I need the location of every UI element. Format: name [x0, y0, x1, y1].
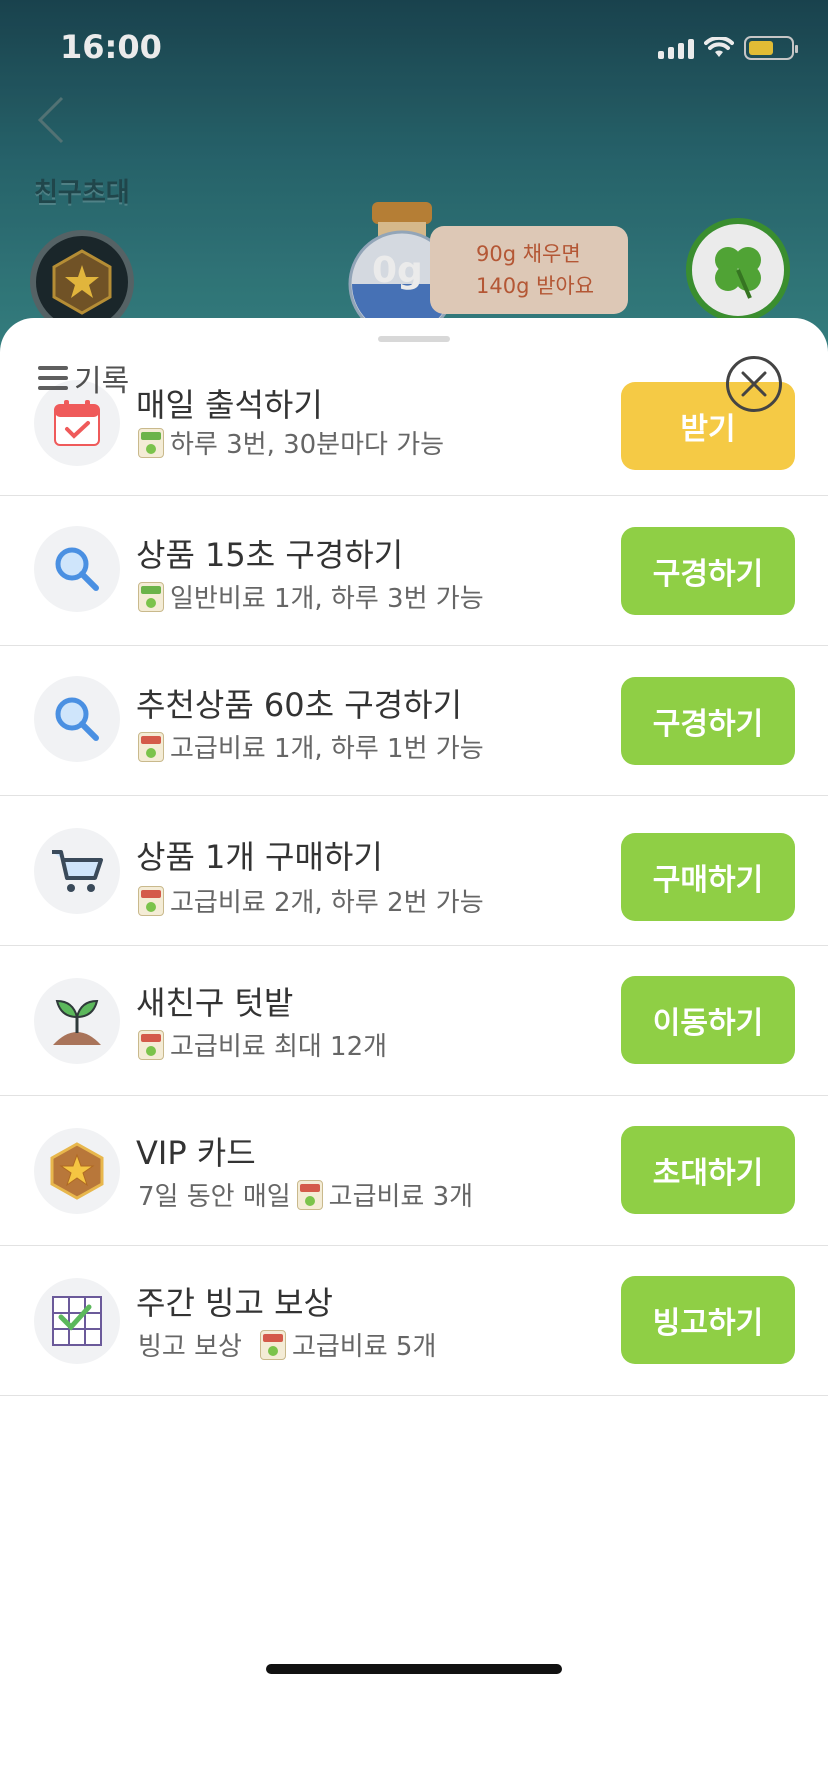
task-subtitle-text: 고급비료 5개 [291, 1332, 437, 1362]
sprout-icon [34, 978, 120, 1064]
hamburger-menu-icon [38, 366, 68, 390]
task-row-purchase: 상품 1개 구매하기 고급비료 2개, 하루 2번 가능 구매하기 [0, 796, 828, 946]
task-subtitle: 고급비료 2개, 하루 2번 가능 [138, 882, 484, 919]
task-title: 상품 15초 구경하기 [136, 536, 404, 574]
task-subtitle: 고급비료 최대 12개 [138, 1026, 387, 1063]
browse-60s-button[interactable]: 구경하기 [621, 677, 795, 765]
history-menu[interactable]: 기록 [38, 356, 129, 400]
task-subtitle-prefix: 빙고 보상 [138, 1332, 242, 1362]
task-subtitle-text: 하루 3번, 30분마다 가능 [170, 430, 445, 460]
task-title: 상품 1개 구매하기 [136, 838, 383, 876]
premium-fertilizer-icon [138, 885, 164, 916]
task-subtitle-text: 고급비료 1개, 하루 1번 가능 [170, 734, 484, 764]
task-title: VIP 카드 [136, 1134, 256, 1172]
task-row-browse-15s: 상품 15초 구경하기 일반비료 1개, 하루 3번 가능 구경하기 [0, 496, 828, 646]
vip-star-icon [34, 1128, 120, 1214]
premium-fertilizer-icon [296, 1179, 323, 1210]
home-indicator [266, 1664, 562, 1674]
task-row-weekly-bingo: 주간 빙고 보상 빙고 보상 고급비료 5개 빙고하기 [0, 1246, 828, 1396]
task-subtitle: 고급비료 1개, 하루 1번 가능 [138, 728, 484, 765]
premium-fertilizer-icon [138, 1029, 164, 1060]
fertilizer-icon [138, 581, 164, 612]
bingo-icon [34, 1278, 120, 1364]
task-subtitle-text: 고급비료 2개, 하루 2번 가능 [170, 888, 484, 918]
go-to-garden-button[interactable]: 이동하기 [621, 976, 795, 1064]
task-title: 새친구 텃밭 [136, 984, 294, 1022]
dim-overlay [0, 0, 828, 360]
invite-button[interactable]: 초대하기 [621, 1126, 795, 1214]
close-icon [741, 371, 767, 397]
task-subtitle-text: 고급비료 3개 [328, 1182, 474, 1212]
task-title: 주간 빙고 보상 [136, 1284, 333, 1322]
task-subtitle: 일반비료 1개, 하루 3번 가능 [138, 578, 484, 615]
task-subtitle: 7일 동안 매일 고급비료 3개 [138, 1176, 473, 1213]
task-row-browse-60s: 추천상품 60초 구경하기 고급비료 1개, 하루 1번 가능 구경하기 [0, 646, 828, 796]
task-subtitle-prefix: 7일 동안 매일 [138, 1182, 291, 1212]
history-label: 기록 [74, 364, 130, 399]
premium-fertilizer-icon [138, 731, 164, 762]
cart-icon [34, 828, 120, 914]
task-subtitle: 빙고 보상 고급비료 5개 [138, 1326, 436, 1363]
task-subtitle-text: 고급비료 최대 12개 [170, 1032, 388, 1062]
browse-15s-button[interactable]: 구경하기 [621, 527, 795, 615]
magnifier-icon [34, 676, 120, 762]
premium-fertilizer-icon [259, 1329, 286, 1360]
task-subtitle-text: 일반비료 1개, 하루 3번 가능 [170, 584, 484, 614]
task-subtitle: 하루 3번, 30분마다 가능 [138, 424, 444, 461]
task-row-vip-card: VIP 카드 7일 동안 매일 고급비료 3개 초대하기 [0, 1096, 828, 1246]
task-title: 매일 출석하기 [136, 386, 323, 424]
purchase-button[interactable]: 구매하기 [621, 833, 795, 921]
bingo-button[interactable]: 빙고하기 [621, 1276, 795, 1364]
missions-bottom-sheet: 매일 출석하기 하루 3번, 30분마다 가능 받기 상품 15초 구경하기 일… [0, 318, 828, 1792]
close-button[interactable] [726, 356, 782, 412]
task-row-new-friend-garden: 새친구 텃밭 고급비료 최대 12개 이동하기 [0, 946, 828, 1096]
fertilizer-icon [138, 427, 164, 458]
task-title: 추천상품 60초 구경하기 [136, 686, 463, 724]
magnifier-icon [34, 526, 120, 612]
task-row-attendance: 매일 출석하기 하루 3번, 30분마다 가능 받기 [0, 318, 828, 496]
